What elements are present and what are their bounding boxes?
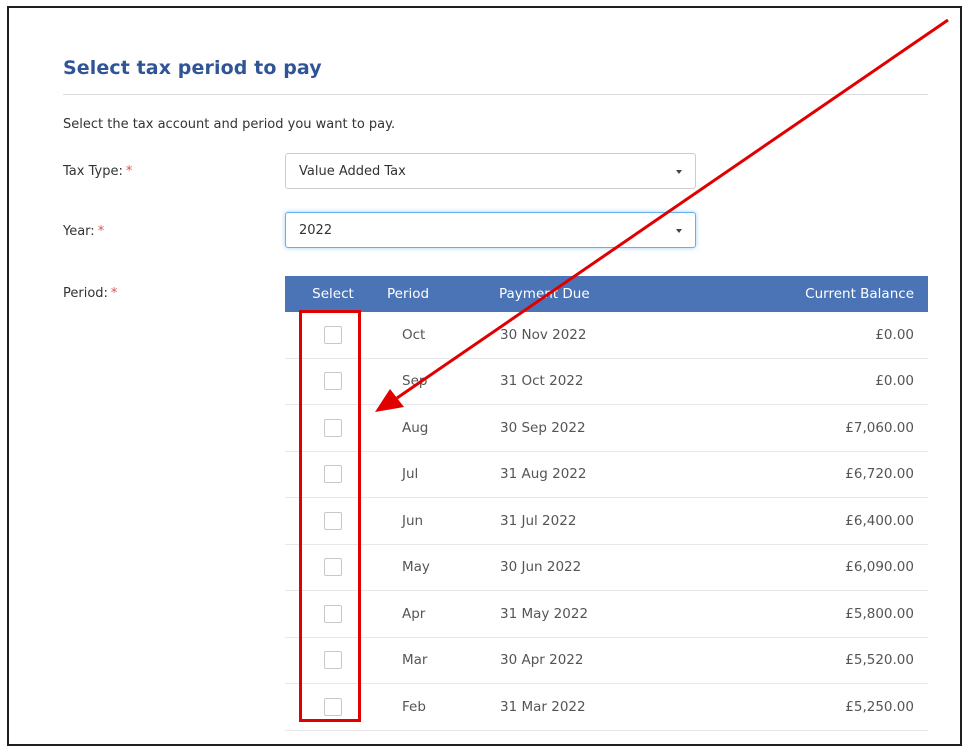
header-period: Period: [387, 286, 430, 302]
table-row: Mar 30 Apr 2022 £5,520.00: [285, 638, 928, 684]
header-select: Select: [312, 286, 354, 302]
table-row: Jun 31 Jul 2022 £6,400.00: [285, 498, 928, 545]
period-cell: Feb: [402, 698, 426, 715]
select-cell: [285, 604, 381, 623]
table-body: Oct 30 Nov 2022 £0.00 Sep 31 Oct 2022 £0.00 Au…: [285, 312, 928, 731]
chevron-down-icon: [676, 229, 682, 233]
balance-cell: £5,250.00: [845, 698, 914, 715]
table-row: Sep 31 Oct 2022 £0.00: [285, 359, 928, 405]
period-cell: Jul: [402, 466, 419, 483]
table-header: Select Period Payment Due Current Balanc…: [285, 276, 928, 312]
payment-due-cell: 30 Nov 2022: [500, 326, 587, 343]
table-row: Oct 30 Nov 2022 £0.00: [285, 312, 928, 359]
payment-due-cell: 31 Mar 2022: [500, 698, 586, 715]
period-cell: Aug: [402, 419, 429, 436]
select-cell: [285, 372, 381, 391]
row-checkbox[interactable]: [324, 465, 342, 484]
balance-cell: £6,400.00: [845, 512, 914, 529]
payment-due-cell: 31 Oct 2022: [500, 373, 584, 390]
header-payment-due: Payment Due: [499, 286, 590, 302]
year-label: Year: *: [63, 224, 104, 239]
balance-cell: £6,090.00: [845, 559, 914, 576]
balance-cell: £7,060.00: [845, 419, 914, 436]
table-row: Aug 30 Sep 2022 £7,060.00: [285, 405, 928, 452]
payment-due-cell: 30 Jun 2022: [500, 559, 582, 576]
year-select[interactable]: 2022: [285, 212, 696, 248]
tax-type-value: Value Added Tax: [299, 163, 406, 179]
period-cell: Jun: [402, 512, 424, 529]
header-current-balance: Current Balance: [805, 286, 914, 302]
page-title: Select tax period to pay: [63, 57, 322, 79]
row-checkbox[interactable]: [324, 325, 342, 344]
period-label: Period: *: [63, 286, 117, 301]
balance-cell: £0.00: [875, 326, 914, 343]
period-cell: Mar: [402, 652, 428, 669]
year-value: 2022: [299, 222, 333, 238]
required-asterisk: *: [110, 286, 118, 301]
period-label-text: Period:: [63, 286, 108, 301]
row-checkbox[interactable]: [324, 697, 342, 716]
title-divider: [63, 94, 928, 95]
table-row: Jul 31 Aug 2022 £6,720.00: [285, 452, 928, 498]
intro-text: Select the tax account and period you wa…: [63, 117, 396, 132]
period-cell: Sep: [402, 373, 428, 390]
period-cell: May: [402, 559, 430, 576]
payment-due-cell: 30 Apr 2022: [500, 652, 584, 669]
table-row: Feb 31 Mar 2022 £5,250.00: [285, 684, 928, 731]
required-asterisk: *: [125, 164, 133, 179]
tax-type-label: Tax Type: *: [63, 164, 132, 179]
row-checkbox[interactable]: [324, 418, 342, 437]
row-checkbox[interactable]: [324, 651, 342, 670]
balance-cell: £0.00: [875, 373, 914, 390]
period-table: Select Period Payment Due Current Balanc…: [285, 276, 928, 731]
select-cell: [285, 465, 381, 484]
row-checkbox[interactable]: [324, 604, 342, 623]
select-cell: [285, 511, 381, 530]
tax-type-label-text: Tax Type:: [63, 164, 123, 179]
select-cell: [285, 325, 381, 344]
payment-due-cell: 30 Sep 2022: [500, 419, 586, 436]
row-checkbox[interactable]: [324, 372, 342, 391]
period-cell: Oct: [402, 326, 426, 343]
select-cell: [285, 697, 381, 716]
table-row: Apr 31 May 2022 £5,800.00: [285, 591, 928, 638]
balance-cell: £5,800.00: [845, 605, 914, 622]
balance-cell: £6,720.00: [845, 466, 914, 483]
year-label-text: Year:: [63, 224, 95, 239]
select-cell: [285, 651, 381, 670]
required-asterisk: *: [97, 224, 105, 239]
balance-cell: £5,520.00: [845, 652, 914, 669]
chevron-down-icon: [676, 170, 682, 174]
tax-type-select[interactable]: Value Added Tax: [285, 153, 696, 189]
payment-due-cell: 31 Jul 2022: [500, 512, 577, 529]
select-cell: [285, 418, 381, 437]
period-cell: Apr: [402, 605, 426, 622]
row-checkbox[interactable]: [324, 511, 342, 530]
table-row: May 30 Jun 2022 £6,090.00: [285, 545, 928, 591]
select-cell: [285, 558, 381, 577]
row-checkbox[interactable]: [324, 558, 342, 577]
payment-due-cell: 31 May 2022: [500, 605, 589, 622]
payment-due-cell: 31 Aug 2022: [500, 466, 587, 483]
